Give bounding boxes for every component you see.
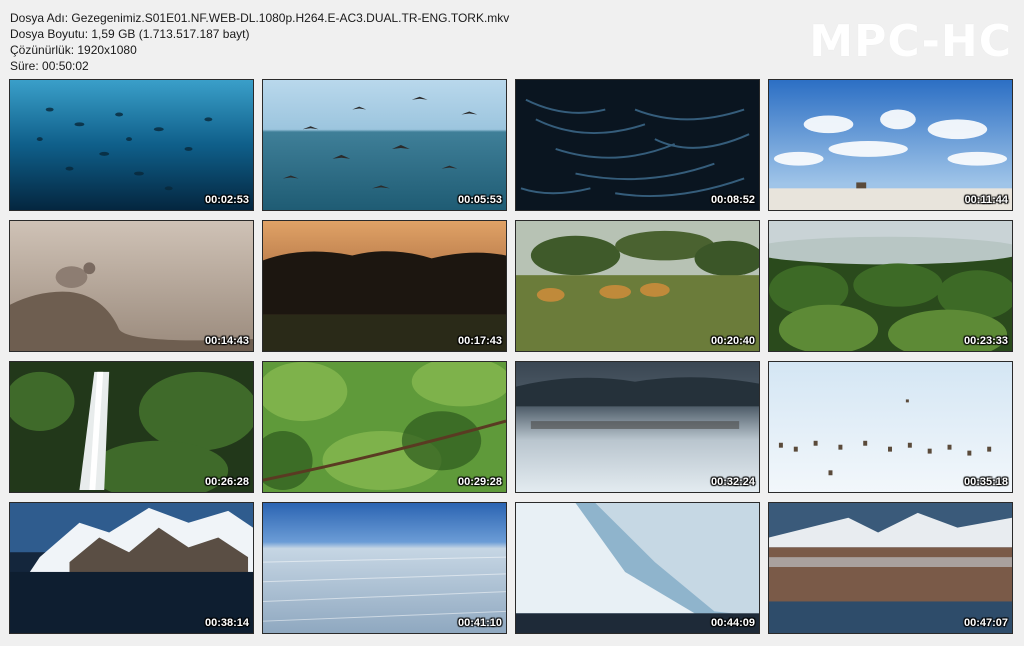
scene-underwater-birds	[10, 80, 253, 210]
timestamp: 00:44:09	[710, 617, 755, 629]
scene-flamingo-chick	[10, 221, 253, 351]
scene-wild-dogs-savanna	[516, 221, 759, 351]
scene-seabirds-over-ocean	[263, 80, 506, 210]
thumbnail[interactable]: 00:26:28	[9, 361, 254, 493]
file-size: Dosya Boyutu: 1,59 GB (1.713.517.187 bay…	[10, 27, 250, 41]
resolution: Çözünürlük: 1920x1080	[10, 43, 137, 57]
scene-branch-green	[263, 362, 506, 492]
mpc-hc-logo: MPC-HC	[809, 16, 1012, 67]
thumbnail[interactable]: 00:23:33	[768, 220, 1013, 352]
timestamp: 00:11:44	[964, 194, 1008, 206]
scene-glacier	[516, 503, 759, 633]
timestamp: 00:38:14	[204, 617, 249, 629]
thumbnail[interactable]: 00:11:44	[768, 79, 1013, 211]
thumbnail[interactable]: 00:20:40	[515, 220, 760, 352]
thumbnail[interactable]: 00:02:53	[9, 79, 254, 211]
scene-penguin-colony	[769, 503, 1012, 633]
thumbnail[interactable]: 00:47:07	[768, 502, 1013, 634]
thumbnail[interactable]: 00:44:09	[515, 502, 760, 634]
scene-buffalo-silhouette	[263, 221, 506, 351]
thumbnail[interactable]: 00:05:53	[262, 79, 507, 211]
timestamp: 00:02:53	[204, 194, 249, 206]
thumbnail[interactable]: 00:41:10	[262, 502, 507, 634]
timestamp: 00:32:24	[710, 476, 755, 488]
scene-misty-forest	[769, 221, 1012, 351]
scene-ice-field	[263, 503, 506, 633]
scene-fish-school	[516, 80, 759, 210]
duration: Süre: 00:50:02	[10, 59, 89, 73]
scene-waterfall	[10, 362, 253, 492]
thumbnail[interactable]: 00:29:28	[262, 361, 507, 493]
scene-salt-flat-sky	[769, 80, 1012, 210]
thumbnail[interactable]: 00:17:43	[262, 220, 507, 352]
timestamp: 00:08:52	[710, 194, 755, 206]
thumbnail[interactable]: 00:32:24	[515, 361, 760, 493]
scene-caribou-fog	[516, 362, 759, 492]
thumbnail[interactable]: 00:38:14	[9, 502, 254, 634]
timestamp: 00:29:28	[457, 476, 502, 488]
timestamp: 00:14:43	[204, 335, 249, 347]
thumbnail[interactable]: 00:35:18	[768, 361, 1013, 493]
timestamp: 00:26:28	[204, 476, 249, 488]
timestamp: 00:20:40	[710, 335, 755, 347]
thumbnail[interactable]: 00:08:52	[515, 79, 760, 211]
timestamp: 00:41:10	[457, 617, 502, 629]
timestamp: 00:23:33	[963, 335, 1008, 347]
thumbnail[interactable]: 00:14:43	[9, 220, 254, 352]
timestamp: 00:47:07	[963, 617, 1008, 629]
timestamp: 00:17:43	[457, 335, 502, 347]
scene-antarctic-mountains	[10, 503, 253, 633]
file-name: Dosya Adı: Gezegenimiz.S01E01.NF.WEB-DL.…	[10, 11, 510, 25]
scene-caribou-snow	[769, 362, 1012, 492]
timestamp: 00:05:53	[457, 194, 502, 206]
file-info: Dosya Adı: Gezegenimiz.S01E01.NF.WEB-DL.…	[10, 10, 509, 74]
timestamp: 00:35:18	[963, 476, 1008, 488]
thumbnail-grid: 00:02:53 00:05:53 00:08:52 00:11:44 00:1…	[9, 79, 1013, 634]
